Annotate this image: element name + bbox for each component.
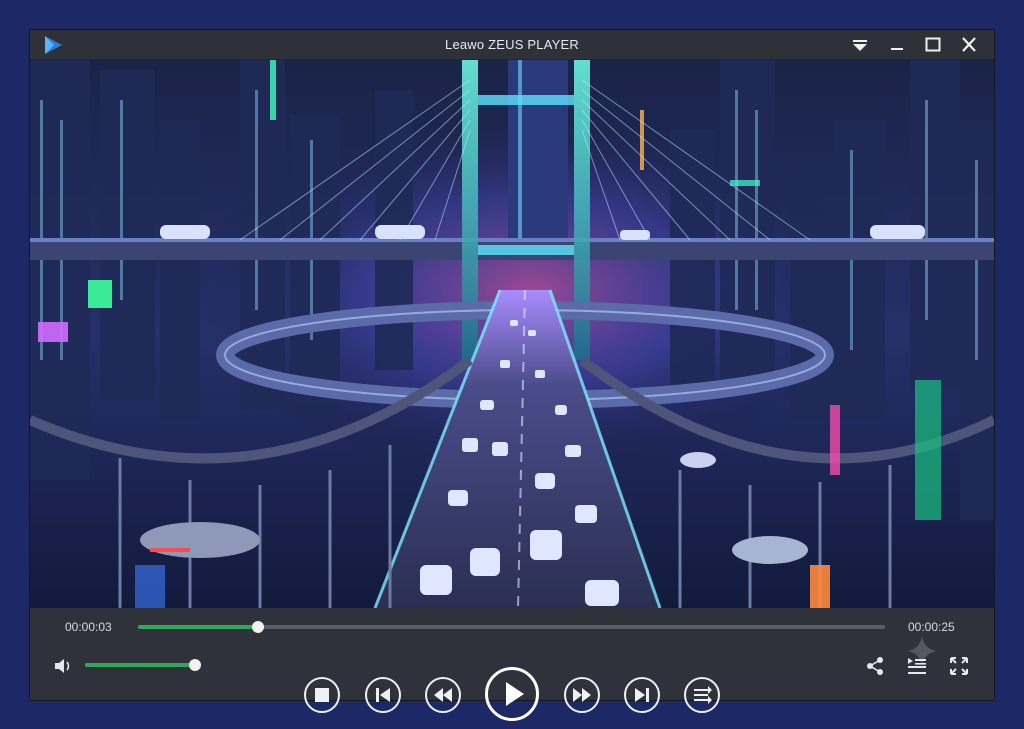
rewind-icon (425, 677, 461, 713)
play-button[interactable] (484, 666, 540, 722)
player-window: Leawo ZEUS PLAYER 00:00:03 00:00:25 (30, 30, 994, 721)
fast-forward-button[interactable] (563, 676, 601, 714)
previous-icon (365, 677, 401, 713)
previous-button[interactable] (364, 676, 402, 714)
menu-dropdown-icon (853, 40, 867, 51)
menu-dropdown-button[interactable] (848, 34, 872, 56)
playlist-button[interactable] (906, 655, 928, 677)
volume-level (85, 663, 197, 667)
seek-progress (138, 625, 258, 629)
elapsed-time: 00:00:03 (65, 620, 112, 634)
control-panel: 00:00:03 00:00:25 (30, 608, 994, 721)
share-button[interactable] (864, 655, 886, 677)
close-button[interactable] (957, 34, 981, 56)
share-icon (867, 657, 883, 675)
seek-handle[interactable] (251, 621, 264, 633)
fullscreen-icon (950, 657, 968, 675)
playlist-mode-icon (684, 677, 720, 713)
seek-bar[interactable] (138, 621, 885, 633)
playlist-icon (908, 658, 926, 674)
maximize-button[interactable] (921, 34, 945, 56)
fullscreen-button[interactable] (948, 655, 970, 677)
volume-handle[interactable] (189, 659, 201, 671)
maximize-icon (925, 37, 941, 52)
video-area[interactable] (30, 60, 994, 608)
play-mode-button[interactable] (683, 676, 721, 714)
next-icon (624, 677, 660, 713)
minimize-icon (891, 48, 903, 50)
rewind-button[interactable] (424, 676, 462, 714)
video-frame (30, 60, 994, 608)
fast-forward-icon (564, 677, 600, 713)
stop-button[interactable] (303, 676, 341, 714)
next-button[interactable] (623, 676, 661, 714)
stop-icon (304, 677, 340, 713)
close-icon (962, 37, 976, 52)
minimize-button[interactable] (885, 34, 909, 56)
title-bar[interactable]: Leawo ZEUS PLAYER (30, 30, 994, 60)
play-icon (485, 667, 539, 721)
volume-slider[interactable] (85, 659, 201, 671)
volume-icon[interactable] (52, 655, 74, 677)
total-time: 00:00:25 (908, 620, 955, 634)
